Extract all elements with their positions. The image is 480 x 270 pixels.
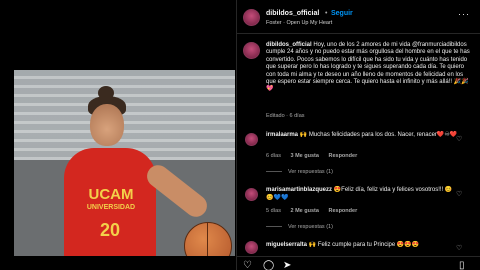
author-avatar[interactable] [243,9,260,26]
player-head [90,104,124,146]
post-caption: dibildos_official Hoy, uno de los 2 amor… [266,42,474,94]
post-action-bar: ♡ ◯ ➤ ▯ [237,256,480,270]
comment-likes[interactable]: 2 Me gusta [291,208,319,214]
comment-meta: 5 días 2 Me gusta Responder [266,208,365,214]
comment-text: irmalaarma 🙌 Muchas felicidades para los… [266,132,458,140]
save-bookmark-icon[interactable]: ▯ [459,260,465,270]
author-username[interactable]: dibildos_official [266,10,319,17]
comment-meta: 6 días 3 Me gusta Responder [266,153,365,159]
view-replies-button[interactable]: Ver respuestas (1) [266,169,333,175]
audio-subtitle[interactable]: Foster · Open Up My Heart [266,20,332,26]
comment-age: 6 días [266,153,281,159]
like-comment-heart-icon[interactable]: ♡ [456,190,462,198]
comment-username[interactable]: miguelserralta [266,242,307,248]
comment-likes[interactable]: 3 Me gusta [291,153,319,159]
replies-divider [266,226,282,228]
comment-avatar[interactable] [245,188,258,201]
comment-age: 5 días [266,208,281,214]
post-header: dibildos_official • Seguir Foster · Open… [237,0,480,34]
jersey-number: 20 [100,220,121,240]
reply-button[interactable]: Responder [328,153,357,159]
jersey-subtext: UNIVERSIDAD [86,204,136,211]
comment-body: 🙌 Feliz cumple para tu Principe 😍😍😍 [308,242,420,248]
caption-avatar[interactable] [243,42,260,59]
jersey-text: UCAM [88,186,134,203]
view-replies-label: Ver respuestas (1) [288,169,333,175]
comment-body: 🙌 Muchas felicidades para los dos. Nacer… [299,132,458,138]
more-options-icon[interactable]: ··· [458,9,470,19]
comment-username[interactable]: irmalaarma [266,132,298,138]
basketball-seam [207,222,208,256]
like-post-heart-icon[interactable]: ♡ [243,260,252,270]
comment-avatar[interactable] [245,133,258,146]
post-photo: UCAM UNIVERSIDAD 20 [14,70,235,256]
like-comment-heart-icon[interactable]: ♡ [456,135,462,143]
post-media: UCAM UNIVERSIDAD 20 [0,0,236,270]
comment-icon[interactable]: ◯ [263,260,274,270]
view-replies-label: Ver respuestas (1) [288,224,333,230]
post-side-panel: dibildos_official • Seguir Foster · Open… [236,0,480,270]
replies-divider [266,171,282,173]
share-icon[interactable]: ➤ [283,260,291,270]
view-replies-button[interactable]: Ver respuestas (1) [266,224,333,230]
reply-button[interactable]: Responder [328,208,357,214]
comment-text: marisamartinblazquezz 😍Feliz día, feliz … [266,187,458,202]
comment-text: miguelserralta 🙌 Feliz cumple para tu Pr… [266,242,458,250]
separator-dot: • [325,10,328,17]
comment-username[interactable]: marisamartinblazquezz [266,187,332,193]
caption-text: Hoy, uno de los 2 amores de mi vida @fra… [266,42,470,93]
like-comment-heart-icon[interactable]: ♡ [456,244,462,252]
caption-username[interactable]: dibildos_official [266,42,312,48]
follow-button[interactable]: Seguir [331,10,353,17]
caption-meta: Editado · 6 días [266,113,305,119]
comment-avatar[interactable] [245,241,258,254]
